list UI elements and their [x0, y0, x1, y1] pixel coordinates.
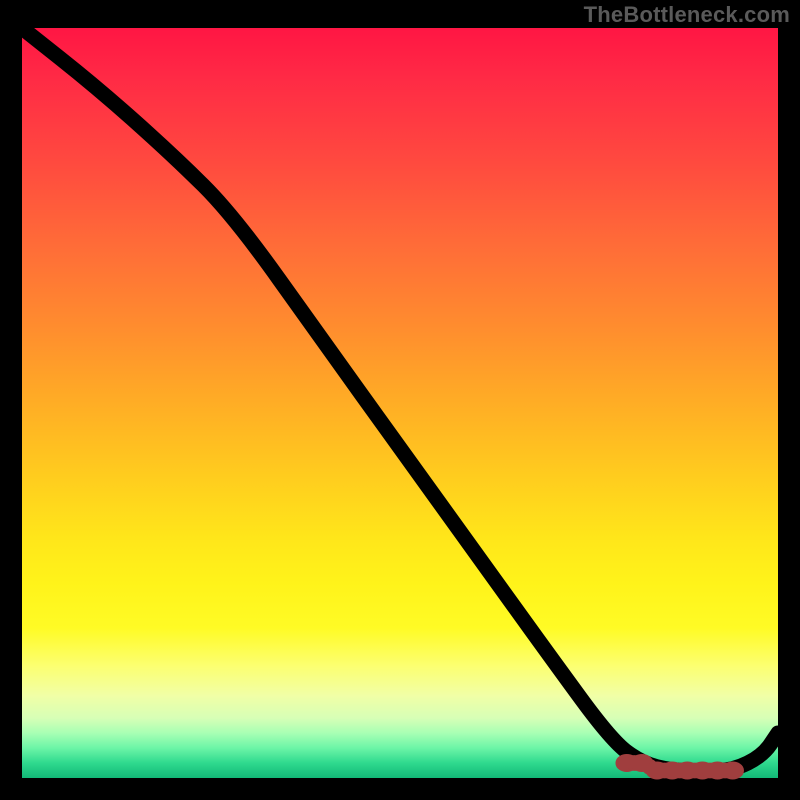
- chart-frame: TheBottleneck.com: [0, 0, 800, 800]
- plot-area: [22, 28, 778, 778]
- bottleneck-curve: [22, 28, 778, 771]
- marker-dash: [726, 766, 740, 775]
- curve-svg: [22, 28, 778, 778]
- watermark-text: TheBottleneck.com: [584, 2, 790, 28]
- optimal-range-markers: [620, 759, 739, 776]
